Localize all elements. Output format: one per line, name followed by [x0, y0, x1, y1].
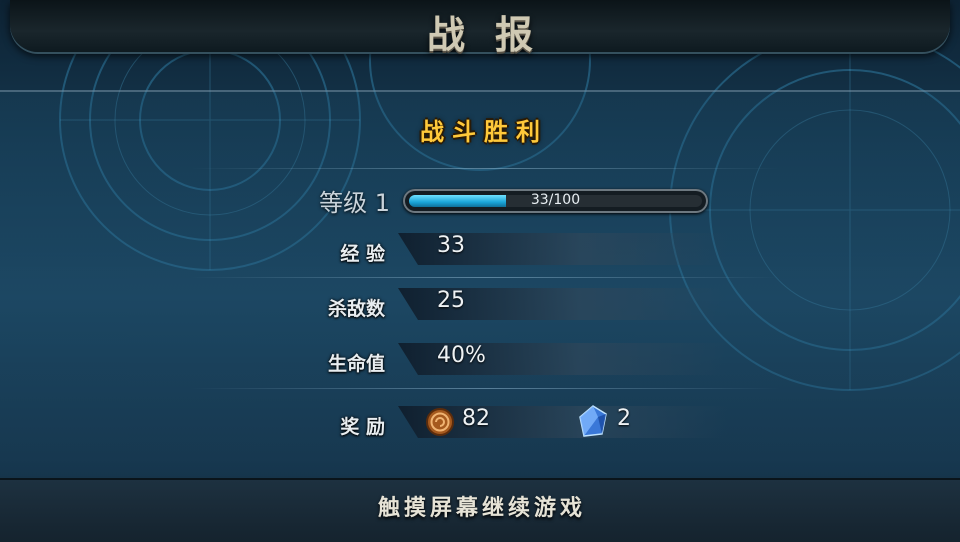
crystal-icon: [579, 405, 607, 437]
stat-label-health: 生命值: [327, 353, 385, 375]
stat-value-kills: 25: [437, 288, 465, 313]
xp-progress-bar: 33/100: [403, 189, 708, 213]
divider: [190, 277, 780, 278]
divider: [190, 388, 780, 389]
tap-to-continue-prompt[interactable]: 触摸屏幕继续游戏: [0, 490, 960, 522]
crystal-reward-value: 2: [617, 406, 631, 431]
stat-label-kills: 杀敌数: [327, 298, 385, 320]
battle-result-title: 战斗胜利: [420, 118, 548, 146]
stat-value-experience: 33: [437, 233, 465, 258]
divider: [190, 168, 780, 169]
stat-label-experience: 经 验: [340, 243, 385, 265]
coin-reward-value: 82: [462, 406, 490, 431]
level-label: 等级 1: [319, 189, 390, 217]
stat-value-health: 40%: [437, 343, 486, 368]
screen-title: 战报: [426, 13, 563, 57]
reward-label: 奖 励: [340, 416, 385, 438]
title-bar: 战报: [10, 0, 950, 57]
coin-icon: [426, 408, 454, 436]
xp-text: 33/100: [530, 192, 581, 208]
